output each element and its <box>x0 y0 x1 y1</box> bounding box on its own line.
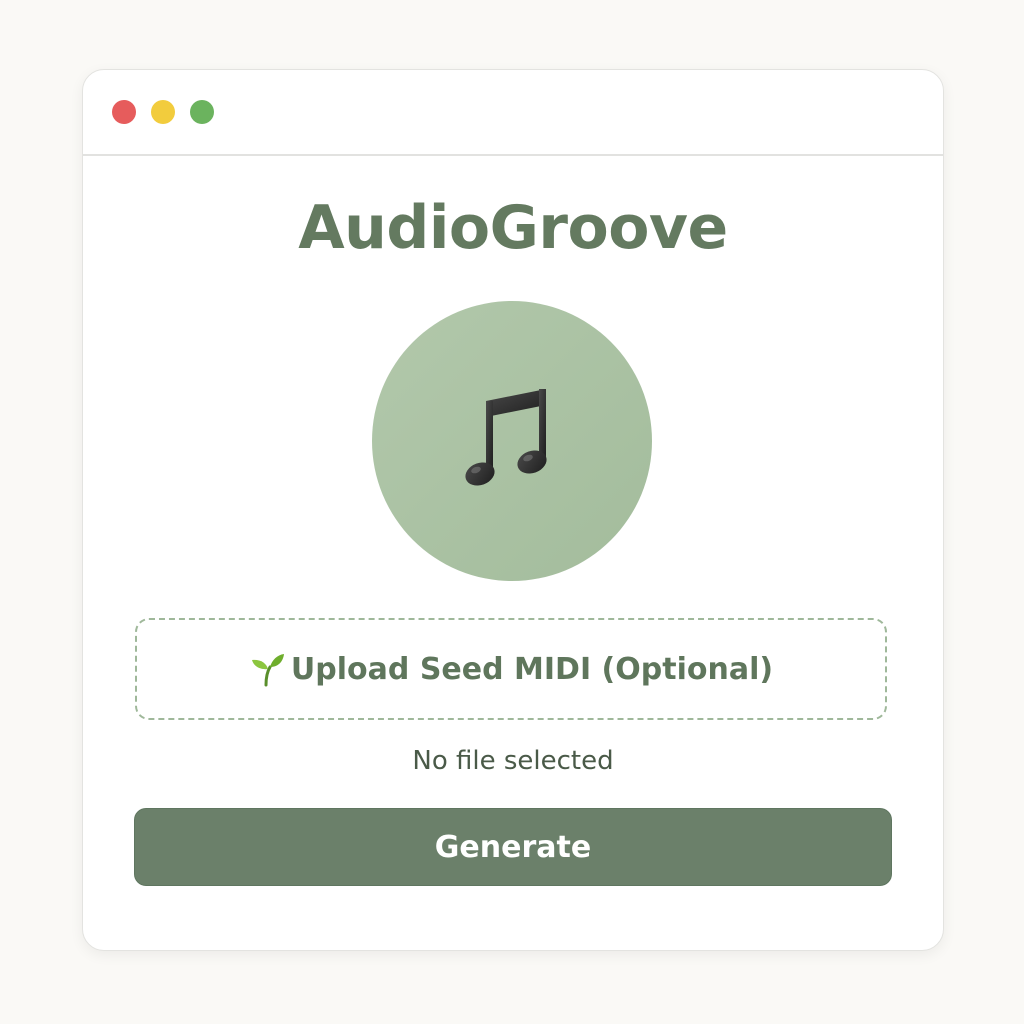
close-window-button[interactable] <box>112 100 136 124</box>
upload-seed-midi-dropzone[interactable]: Upload Seed MIDI (Optional) <box>135 618 887 720</box>
music-note-icon <box>465 389 547 486</box>
title-bar <box>83 70 943 156</box>
app-window: AudioGroove Upload Seed MIDI (Optional) … <box>82 69 944 951</box>
minimize-window-button[interactable] <box>151 100 175 124</box>
app-title: AudioGroove <box>298 193 728 263</box>
generate-button-label: Generate <box>434 829 592 865</box>
sprout-icon <box>251 654 284 687</box>
file-status-text: No file selected <box>412 746 614 776</box>
app-logo <box>372 301 652 581</box>
generate-button[interactable]: Generate <box>134 808 892 886</box>
upload-label: Upload Seed MIDI (Optional) <box>290 651 774 687</box>
maximize-window-button[interactable] <box>190 100 214 124</box>
